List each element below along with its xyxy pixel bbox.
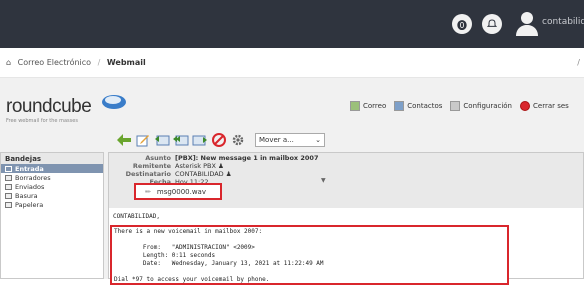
folder-list-title: Bandejas: [1, 153, 103, 164]
task-logout[interactable]: Cerrar ses: [533, 102, 569, 110]
logo-tagline: Free webmail for the masses: [6, 118, 78, 124]
reply-button[interactable]: [154, 132, 170, 148]
contacts-icon: [394, 101, 405, 111]
delete-button[interactable]: [211, 132, 227, 148]
attachment-filename[interactable]: msg0000.wav: [157, 188, 206, 196]
delete-icon: [212, 133, 226, 147]
folder-junk[interactable]: Basura: [1, 191, 103, 200]
folder-label: Borradores: [15, 173, 51, 182]
task-settings[interactable]: Configuración: [463, 102, 512, 110]
compose-button[interactable]: [135, 132, 151, 148]
trash-icon: [5, 201, 12, 208]
inbox-icon: [5, 165, 12, 172]
headers-toggle-icon[interactable]: ▼: [321, 177, 326, 184]
recipient-name[interactable]: CONTABILIDAD: [175, 170, 224, 178]
bell-icon: [487, 19, 497, 27]
task-bar: Correo Contactos Configuración Cerrar se…: [350, 98, 577, 114]
home-icon[interactable]: ⌂: [6, 58, 11, 67]
reply-all-button[interactable]: [173, 132, 189, 148]
contact-icon[interactable]: ♟: [216, 162, 224, 170]
cloud-logo-icon: [102, 95, 126, 109]
message-body: There is a new voicemail in mailbox 2007…: [110, 225, 509, 285]
forward-button[interactable]: [192, 132, 208, 148]
counter-icon: ⓿: [457, 20, 467, 32]
folder-label: Papelera: [15, 200, 44, 209]
folder-list: Bandejas Entrada Borradores Enviados Bas…: [0, 152, 104, 279]
move-to-value: Mover a...: [259, 136, 294, 144]
move-to-select[interactable]: Mover a... ⌄: [255, 133, 325, 147]
chevron-down-icon: ⌄: [315, 136, 321, 144]
paperclip-icon: ✏: [145, 187, 151, 196]
folder-inbox[interactable]: Entrada: [1, 164, 103, 173]
reply-all-icon: [173, 135, 189, 146]
forward-icon: [192, 135, 207, 146]
back-arrow-icon: [117, 134, 131, 146]
alerts-button[interactable]: [482, 14, 502, 34]
folder-sent[interactable]: Enviados: [1, 182, 103, 191]
breadcrumb-bar: ⌂ Correo Electrónico / Webmail /: [0, 48, 584, 78]
breadcrumb-right: /: [577, 58, 580, 67]
message-headers: Asunto [PBX]: New message 1 in mailbox 20…: [109, 153, 583, 208]
roundcube-logo[interactable]: roundcube Free webmail for the masses: [6, 95, 126, 124]
back-button[interactable]: [116, 132, 132, 148]
task-contacts[interactable]: Contactos: [407, 102, 442, 110]
user-avatar-icon[interactable]: [516, 10, 538, 36]
drafts-icon: [5, 174, 12, 181]
sent-icon: [5, 183, 12, 190]
reply-icon: [155, 135, 170, 146]
sender-name[interactable]: Asterisk PBX: [175, 162, 216, 170]
task-mail[interactable]: Correo: [363, 102, 386, 110]
top-navbar: ⓿ contabilida: [0, 0, 584, 48]
message-view: Asunto [PBX]: New message 1 in mailbox 20…: [108, 152, 584, 285]
folder-label: Basura: [15, 191, 38, 200]
breadcrumb-current: Webmail: [106, 58, 146, 67]
options-button[interactable]: [230, 132, 246, 148]
breadcrumb-separator: /: [97, 58, 101, 67]
mail-icon: [350, 101, 360, 111]
message-toolbar: Mover a... ⌄: [116, 132, 325, 148]
breadcrumb: ⌂ Correo Electrónico / Webmail: [6, 58, 146, 67]
junk-icon: [5, 192, 12, 199]
breadcrumb-home[interactable]: Correo Electrónico: [18, 58, 91, 67]
message-greeting: CONTABILIDAD,: [113, 213, 160, 220]
gear-icon: [232, 134, 244, 146]
logo-wordmark: roundcube: [6, 96, 92, 117]
settings-icon: [450, 101, 461, 111]
folder-drafts[interactable]: Borradores: [1, 173, 103, 182]
folder-trash[interactable]: Papelera: [1, 200, 103, 209]
folder-label: Enviados: [15, 182, 45, 191]
username[interactable]: contabilida: [542, 17, 584, 27]
attachment[interactable]: ✏ msg0000.wav: [134, 183, 222, 200]
message-body-text: There is a new voicemail in mailbox 2007…: [114, 228, 324, 283]
contact-icon[interactable]: ♟: [224, 170, 232, 178]
pencil-icon: [136, 135, 149, 147]
notifications-button[interactable]: ⓿: [452, 14, 472, 34]
logout-icon: [520, 101, 530, 111]
folder-label: Entrada: [15, 164, 44, 173]
